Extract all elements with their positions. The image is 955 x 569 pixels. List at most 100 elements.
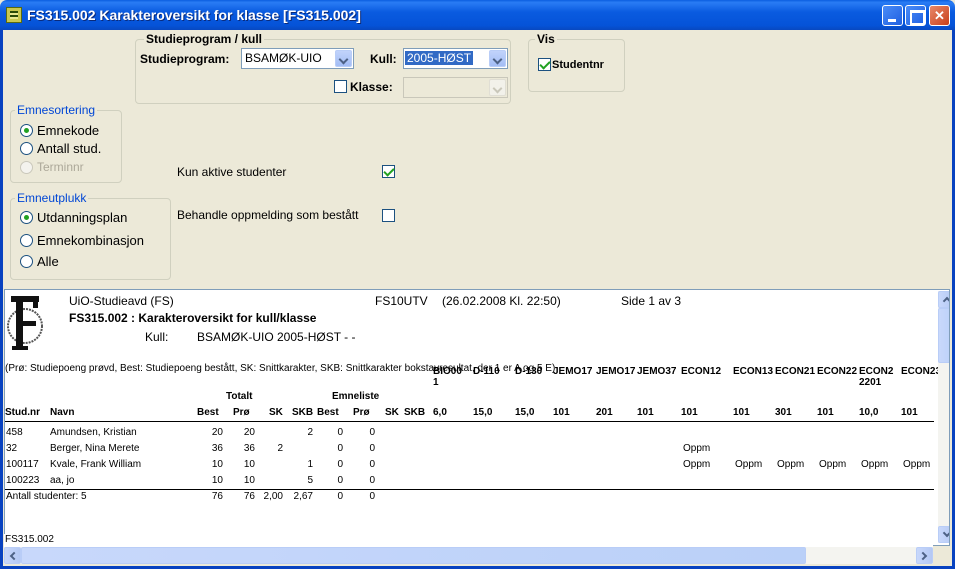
studieprogram-label: Studieprogram:: [140, 52, 230, 66]
course-code-6: ECON12: [681, 366, 722, 377]
antall-stud-radio[interactable]: [20, 142, 33, 155]
cell-mark-7: Oppm: [735, 459, 763, 470]
utdanningsplan-radio[interactable]: [20, 211, 33, 224]
total-emne-pro: 0: [369, 491, 375, 502]
cell-skb: 5: [307, 475, 313, 486]
scroll-right-icon[interactable]: [916, 547, 933, 564]
status-bar: FS315.002: [4, 534, 933, 547]
total-pro: 76: [243, 491, 255, 502]
course-code-8: ECON21: [775, 366, 816, 377]
emnesortering-legend: Emnesortering: [15, 103, 98, 117]
klasse-checkbox[interactable]: [334, 80, 347, 93]
chevron-down-icon[interactable]: [489, 50, 506, 67]
cell-mark-6: Oppm: [683, 443, 711, 454]
cell-studnr: 100223: [6, 475, 40, 486]
studentnr-label: Studentnr: [552, 59, 604, 71]
course-code-5: JEMO37: [637, 366, 677, 377]
cell-sk: 2: [277, 443, 283, 454]
kull-select[interactable]: 2005-HØST: [403, 48, 508, 69]
cell-mark-6: Oppm: [683, 459, 711, 470]
total-label: Antall studenter: 5: [6, 491, 87, 502]
scroll-left-icon[interactable]: [4, 547, 21, 564]
cell-skb: 1: [307, 459, 313, 470]
emnekombinasjon-radio[interactable]: [20, 234, 33, 247]
vertical-scrollbar[interactable]: [938, 291, 949, 543]
cell-e-best: 0: [337, 459, 343, 470]
vis-legend: Vis: [535, 32, 557, 46]
course-credits-0: 6,0: [433, 407, 447, 418]
course-credits-2: 15,0: [515, 407, 535, 418]
terminnr-label: Terminnr: [37, 160, 84, 174]
alle-label: Alle: [37, 254, 59, 269]
cell-best: 20: [211, 427, 223, 438]
header-rule: [5, 421, 934, 422]
cell-best: 36: [211, 443, 223, 454]
col-sk: SK: [269, 407, 283, 418]
maximize-button[interactable]: [905, 5, 926, 26]
scroll-up-icon[interactable]: [938, 291, 949, 308]
cell-mark-11: Oppm: [903, 459, 931, 470]
vertical-scroll-thumb[interactable]: [938, 308, 949, 363]
kull-value: 2005-HØST: [405, 51, 474, 65]
course-credits-6: 101: [681, 407, 698, 418]
title-bar[interactable]: FS315.002 Karakteroversikt for klasse [F…: [0, 0, 955, 30]
course-code-9: ECON22: [817, 366, 858, 377]
cell-navn: aa, jo: [50, 475, 75, 486]
course-credits-3: 101: [553, 407, 570, 418]
horizontal-scrollbar[interactable]: [4, 547, 933, 564]
cell-studnr: 32: [6, 443, 18, 454]
close-button[interactable]: ✕: [929, 5, 950, 26]
course-code-2: D-130: [515, 366, 543, 377]
course-code-7: ECON13: [733, 366, 774, 377]
col-emne-pro: Prø: [353, 407, 370, 418]
cell-e-best: 0: [337, 443, 343, 454]
utdanningsplan-label: Utdanningsplan: [37, 210, 128, 225]
chevron-down-icon[interactable]: [335, 50, 352, 67]
emnekode-radio[interactable]: [20, 124, 33, 137]
behandle-oppmelding-checkbox[interactable]: [382, 209, 395, 222]
report-org: UiO-Studieavd (FS): [69, 294, 174, 308]
klasse-select[interactable]: [403, 77, 508, 98]
course-code-10: ECON2: [859, 366, 894, 377]
scroll-down-icon[interactable]: [938, 526, 949, 543]
cell-mark-10: Oppm: [861, 459, 889, 470]
course-credits-8: 301: [775, 407, 792, 418]
studentnr-checkbox[interactable]: [538, 58, 551, 71]
col-navn: Navn: [50, 407, 75, 418]
cell-best: 10: [211, 475, 223, 486]
cell-e-best: 0: [337, 475, 343, 486]
report-kull-label: Kull:: [145, 330, 169, 344]
course-code-11: ECON23: [901, 366, 942, 377]
report-kull-value: BSAMØK-UIO 2005-HØST - -: [197, 330, 356, 344]
window-frame-left: [0, 30, 3, 569]
col-emne-sk: SK: [385, 407, 399, 418]
studieprogram-select[interactable]: BSAMØK-UIO: [241, 48, 354, 69]
cell-studnr: 458: [6, 427, 23, 438]
course-code-3: JEMO17: [553, 366, 593, 377]
emnekode-label: Emnekode: [37, 123, 100, 138]
report-timestamp: (26.02.2008 Kl. 22:50): [442, 294, 561, 308]
course-credits-9: 101: [817, 407, 834, 418]
col-emne-skb: SKB: [404, 407, 426, 418]
total-emne-best: 0: [337, 491, 343, 502]
minimize-button[interactable]: [882, 5, 903, 26]
chevron-down-icon: [489, 79, 506, 96]
alle-radio[interactable]: [20, 255, 33, 268]
course-credits-10: 10,0: [859, 407, 879, 418]
cell-mark-8: Oppm: [777, 459, 805, 470]
behandle-oppmelding-label: Behandle oppmelding som bestått: [177, 208, 359, 222]
report-code: FS10UTV: [375, 294, 428, 308]
emneutplukk-legend: Emneutplukk: [15, 191, 89, 205]
course-credits-7: 101: [733, 407, 750, 418]
window-title: FS315.002 Karakteroversikt for klasse [F…: [27, 7, 361, 23]
kun-aktive-checkbox[interactable]: [382, 165, 395, 178]
cell-skb: 2: [307, 427, 313, 438]
group-emneliste: Emneliste: [332, 391, 380, 402]
cell-e-pro: 0: [369, 443, 375, 454]
report-viewer[interactable]: UiO-Studieavd (FS) FS10UTV (26.02.2008 K…: [4, 289, 950, 546]
total-sk: 2,00: [263, 491, 283, 502]
col-studnr: Stud.nr: [5, 407, 40, 418]
horizontal-scroll-thumb[interactable]: [21, 547, 806, 564]
course-code-4: JEMO17: [596, 366, 636, 377]
cell-e-best: 0: [337, 427, 343, 438]
